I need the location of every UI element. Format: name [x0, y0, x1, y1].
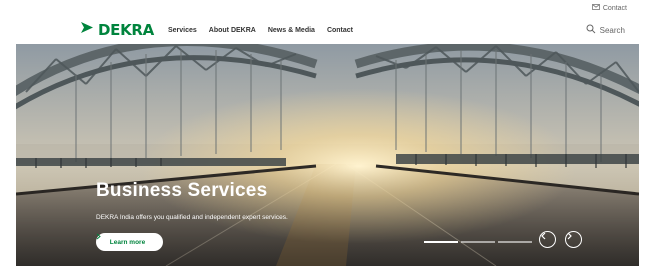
slide-indicator-1[interactable]	[424, 241, 458, 243]
learn-more-label: Learn more	[109, 238, 146, 246]
nav-item-services[interactable]: Services	[168, 27, 197, 34]
slide-indicator-2[interactable]	[461, 241, 495, 243]
top-contact-label: Contact	[602, 4, 627, 12]
nav-item-news-media[interactable]: News & Media	[268, 27, 315, 34]
dekra-logo-mark	[80, 21, 94, 39]
slide-indicator-3[interactable]	[498, 241, 532, 243]
main-navigation: DEKRA Services About DEKRA News & Media …	[16, 16, 639, 44]
search-icon	[586, 24, 596, 36]
hero-banner: Business Services DEKRA India offers you…	[16, 44, 639, 266]
next-slide-button[interactable]	[565, 231, 582, 248]
nav-menu: Services About DEKRA News & Media Contac…	[168, 27, 353, 34]
hero-title: Business Services	[96, 180, 268, 201]
hero-subtitle: DEKRA India offers you qualified and ind…	[96, 214, 288, 221]
search-button[interactable]: Search	[586, 24, 625, 36]
top-contact-link[interactable]: Contact	[591, 4, 627, 12]
page-frame: Contact DEKRA Services About DEKRA News …	[16, 0, 639, 266]
top-utility-bar: Contact	[16, 0, 639, 17]
learn-more-button[interactable]: Learn more	[96, 233, 163, 251]
nav-item-about[interactable]: About DEKRA	[209, 27, 256, 34]
search-label: Search	[599, 25, 625, 35]
nav-item-contact[interactable]: Contact	[327, 27, 353, 34]
slide-indicators	[424, 241, 532, 243]
mail-icon	[591, 4, 600, 12]
brand-name: DEKRA	[98, 21, 154, 39]
dekra-logo[interactable]: DEKRA	[80, 21, 154, 39]
prev-slide-button[interactable]	[539, 231, 556, 248]
